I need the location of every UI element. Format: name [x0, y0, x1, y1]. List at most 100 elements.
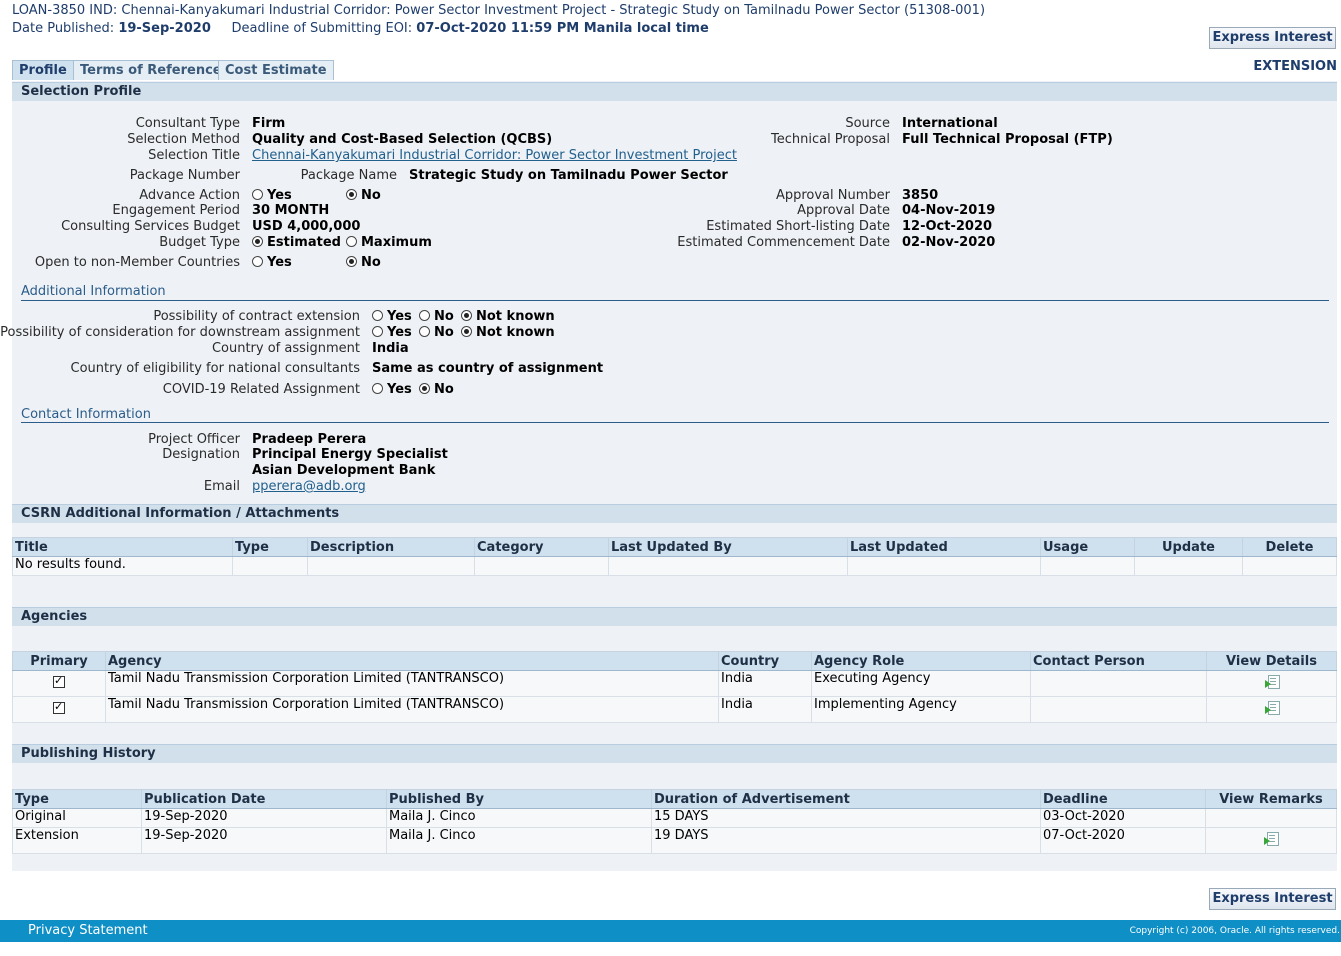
advance-action-yes[interactable]: Yes — [252, 188, 292, 203]
history-published-by: Maila J. Cinco — [386, 808, 652, 828]
commencement-date-value: 02-Nov-2020 — [902, 235, 996, 250]
downstream-no[interactable]: No — [419, 325, 454, 340]
radio-icon — [419, 310, 430, 321]
col-agency: Agency — [105, 651, 719, 671]
extension-label: EXTENSION — [1253, 59, 1337, 74]
budget-value: USD 4,000,000 — [252, 219, 361, 234]
agency-name: Tamil Nadu Transmission Corporation Limi… — [105, 670, 719, 697]
no-label: No — [361, 188, 381, 203]
privacy-statement-link[interactable]: Privacy Statement — [28, 923, 148, 938]
selection-method-value: Quality and Cost-Based Selection (QCBS) — [252, 132, 553, 147]
covid-label: COVID-19 Related Assignment — [162, 382, 360, 397]
col-usage: Usage — [1040, 537, 1135, 557]
tab-terms-of-reference[interactable]: Terms of Reference — [73, 60, 229, 80]
contract-extension-label: Possibility of contract extension — [153, 309, 360, 324]
express-interest-button-bottom[interactable]: Express Interest — [1209, 888, 1336, 910]
contract-ext-not-known[interactable]: Not known — [461, 309, 555, 324]
view-remarks-icon[interactable] — [1264, 832, 1279, 846]
col-update: Update — [1134, 537, 1243, 557]
col-deadline: Deadline — [1040, 789, 1206, 809]
table-row: Extension 19-Sep-2020 Maila J. Cinco 19 … — [12, 827, 1337, 854]
view-details-icon[interactable] — [1264, 701, 1280, 715]
agencies-header: Agencies — [12, 607, 1337, 626]
downstream-label: Possibility of consideration for downstr… — [0, 325, 360, 340]
attachments-header: CSRN Additional Information / Attachment… — [12, 504, 1337, 523]
checkbox-checked-icon[interactable] — [53, 674, 65, 688]
tab-cost-estimate[interactable]: Cost Estimate — [218, 60, 334, 80]
col-contact-person: Contact Person — [1030, 651, 1207, 671]
contract-ext-yes[interactable]: Yes — [372, 309, 412, 324]
divider — [21, 300, 1329, 301]
package-name-label: Package Name — [300, 168, 397, 183]
radio-icon — [372, 310, 383, 321]
covid-no[interactable]: No — [419, 382, 454, 397]
agency-role: Executing Agency — [811, 670, 1031, 697]
empty-cell — [307, 556, 475, 576]
history-deadline: 03-Oct-2020 — [1040, 808, 1206, 828]
date-published-label: Date Published: — [12, 21, 115, 36]
budget-label: Consulting Services Budget — [61, 219, 240, 234]
country-assignment-label: Country of assignment — [211, 341, 360, 356]
history-pub-date: 19-Sep-2020 — [141, 827, 387, 854]
advance-action-no[interactable]: No — [346, 188, 381, 203]
non-member-no[interactable]: No — [346, 255, 381, 270]
radio-selected-icon — [461, 326, 472, 337]
covid-yes[interactable]: Yes — [372, 382, 412, 397]
deadline-value: 07-Oct-2020 11:59 PM Manila local time — [416, 21, 709, 36]
radio-selected-icon — [346, 189, 357, 200]
col-duration: Duration of Advertisement — [651, 789, 1041, 809]
view-details-icon[interactable] — [1264, 675, 1280, 689]
primary-cell — [12, 670, 106, 697]
project-officer-value: Pradeep Perera — [252, 432, 367, 447]
agency-country: India — [718, 696, 812, 723]
non-member-yes[interactable]: Yes — [252, 255, 292, 270]
yes-label: Yes — [267, 255, 292, 270]
contract-ext-no[interactable]: No — [419, 309, 454, 324]
additional-info-heading: Additional Information — [21, 284, 166, 299]
yes-label: Yes — [387, 382, 412, 397]
publish-info: Date Published: 19-Sep-2020 Deadline of … — [12, 21, 709, 36]
no-label: No — [361, 255, 381, 270]
not-known-label: Not known — [476, 309, 555, 324]
empty-cell — [847, 556, 1041, 576]
checkbox-checked-icon[interactable] — [53, 700, 65, 714]
radio-icon — [346, 236, 357, 247]
radio-icon — [372, 383, 383, 394]
publishing-history-header: Publishing History — [12, 744, 1337, 763]
tab-profile[interactable]: Profile — [12, 60, 74, 80]
tech-proposal-value: Full Technical Proposal (FTP) — [902, 132, 1113, 147]
attachments-table: Title Type Description Category Last Upd… — [12, 537, 1337, 576]
express-interest-button-top[interactable]: Express Interest — [1209, 27, 1336, 49]
selection-title-link[interactable]: Chennai-Kanyakumari Industrial Corridor:… — [252, 148, 737, 163]
downstream-not-known[interactable]: Not known — [461, 325, 555, 340]
divider — [21, 422, 1329, 423]
engagement-period-value: 30 MONTH — [252, 203, 330, 218]
approval-number-label: Approval Number — [775, 188, 890, 203]
date-published-value: 19-Sep-2020 — [118, 21, 211, 36]
maximum-label: Maximum — [361, 235, 432, 250]
empty-cell — [1242, 556, 1337, 576]
commencement-date-label: Estimated Commencement Date — [677, 235, 890, 250]
history-remarks-cell — [1205, 827, 1337, 854]
col-last-updated-by: Last Updated By — [608, 537, 848, 557]
history-pub-date: 19-Sep-2020 — [141, 808, 387, 828]
country-assignment-value: India — [372, 341, 409, 356]
yes-label: Yes — [387, 325, 412, 340]
selection-method-label: Selection Method — [127, 132, 240, 147]
downstream-yes[interactable]: Yes — [372, 325, 412, 340]
contact-info-heading: Contact Information — [21, 407, 151, 422]
yes-label: Yes — [267, 188, 292, 203]
radio-icon — [252, 256, 263, 267]
budget-type-maximum[interactable]: Maximum — [346, 235, 432, 250]
tech-proposal-label: Technical Proposal — [770, 132, 890, 147]
advance-action-label: Advance Action — [139, 188, 240, 203]
no-label: No — [434, 309, 454, 324]
engagement-period-label: Engagement Period — [112, 203, 240, 218]
deadline-label: Deadline of Submitting EOI: — [231, 21, 413, 36]
budget-type-estimated[interactable]: Estimated — [252, 235, 341, 250]
radio-selected-icon — [461, 310, 472, 321]
email-link[interactable]: pperera@adb.org — [252, 479, 366, 494]
eligibility-label: Country of eligibility for national cons… — [70, 361, 361, 376]
organization-value: Asian Development Bank — [252, 463, 436, 478]
col-view-details: View Details — [1206, 651, 1337, 671]
